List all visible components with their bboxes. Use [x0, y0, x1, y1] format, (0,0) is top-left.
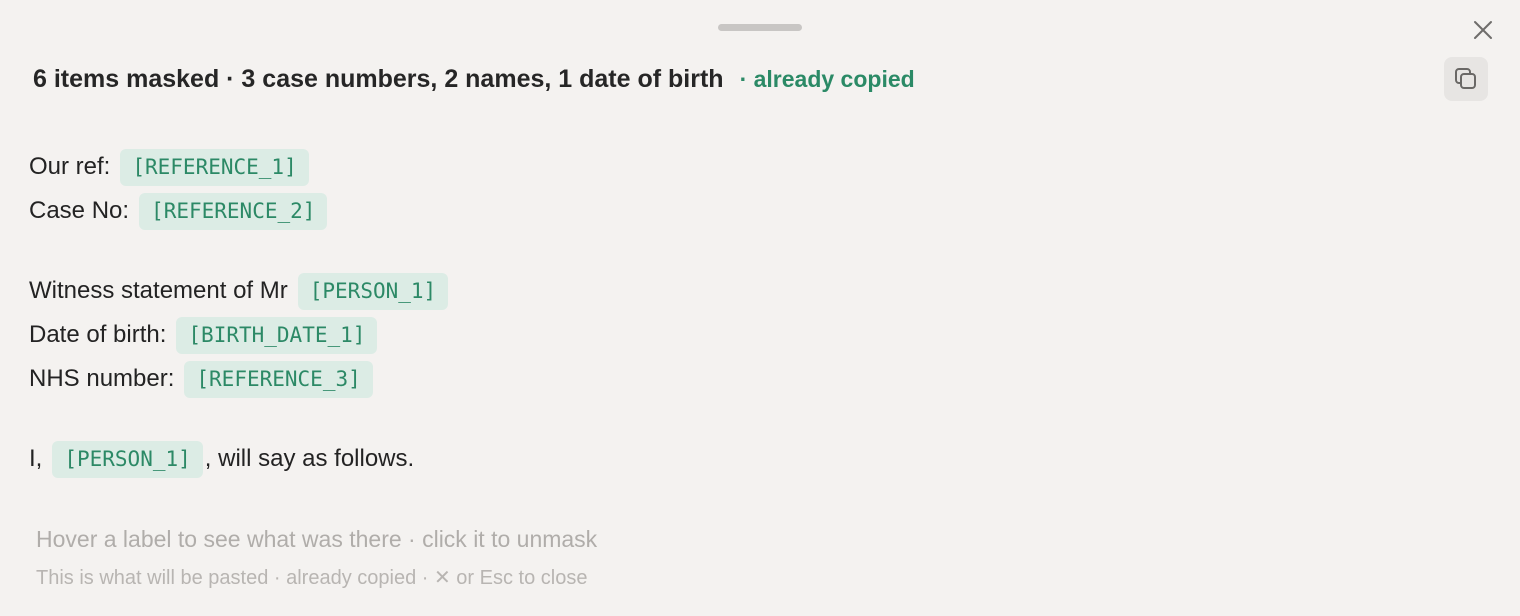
mask-chip-person-1[interactable]: [PERSON_1] [52, 440, 203, 478]
line-suffix: , will say as follows. [204, 445, 415, 472]
mask-chip-reference-1[interactable]: [REFERENCE_1] [120, 148, 309, 186]
drag-handle[interactable] [718, 24, 802, 31]
line-label: Date of birth: [29, 321, 167, 348]
line-label: Our ref: [29, 153, 111, 180]
doc-line-date-of-birth: Date of birth: [BIRTH_DATE_1] [29, 316, 378, 354]
line-label: NHS number: [29, 365, 175, 392]
close-button[interactable] [1468, 15, 1498, 45]
copied-status: · already copied [739, 65, 915, 92]
doc-line-case-no: Case No: [REFERENCE_2] [29, 192, 328, 230]
line-label: Case No: [29, 197, 130, 224]
mask-chip-person-1[interactable]: [PERSON_1] [297, 272, 449, 310]
close-icon [1474, 21, 1492, 39]
copy-icon [1455, 68, 1476, 89]
mask-chip-reference-2[interactable]: [REFERENCE_2] [139, 192, 328, 230]
doc-line-witness: Witness statement of Mr [PERSON_1] [29, 272, 449, 310]
copy-button[interactable] [1444, 57, 1488, 101]
doc-line-statement: I, [PERSON_1] , will say as follows. [29, 440, 414, 478]
doc-line-our-ref: Our ref: [REFERENCE_1] [29, 148, 309, 186]
summary-title: 6 items masked · 3 case numbers, 2 names… [33, 64, 724, 93]
summary-header: 6 items masked · 3 case numbers, 2 names… [33, 62, 915, 96]
mask-chip-birth-date-1[interactable]: [BIRTH_DATE_1] [176, 316, 378, 354]
mask-chip-reference-3[interactable]: [REFERENCE_3] [184, 360, 373, 398]
line-label: I, [29, 445, 43, 472]
paste-hint: This is what will be pasted · already co… [36, 567, 588, 589]
line-label: Witness statement of Mr [29, 277, 288, 304]
doc-line-nhs-number: NHS number: [REFERENCE_3] [29, 360, 373, 398]
hover-hint: Hover a label to see what was there · cl… [36, 526, 598, 552]
